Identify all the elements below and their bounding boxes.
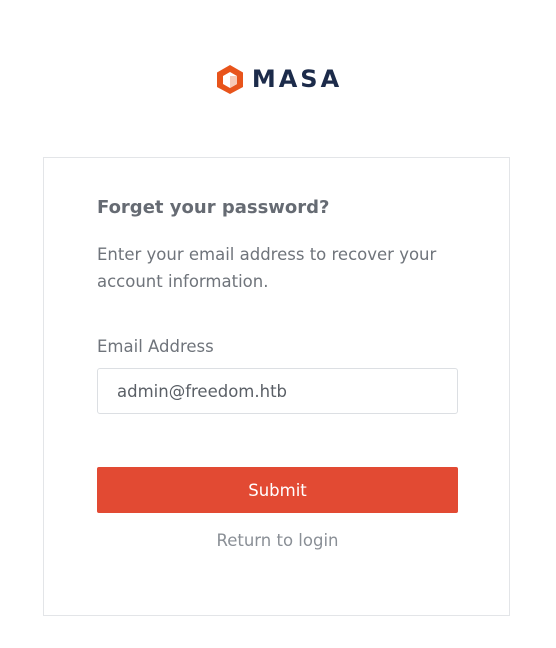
email-field[interactable]: [97, 368, 458, 414]
return-to-login-link[interactable]: Return to login: [44, 530, 511, 552]
page-title: Forget your password?: [97, 197, 330, 218]
instructions-text: Enter your email address to recover your…: [97, 245, 437, 291]
brand-name: MASA: [251, 65, 343, 93]
logo: MASA: [0, 63, 556, 95]
hexagon-cube-icon: [214, 63, 246, 95]
submit-button[interactable]: Submit: [97, 467, 458, 513]
email-label: Email Address: [97, 337, 214, 356]
page: MASA Forget your password? Enter your em…: [0, 0, 556, 648]
reset-card: Forget your password? Enter your email a…: [43, 157, 510, 616]
